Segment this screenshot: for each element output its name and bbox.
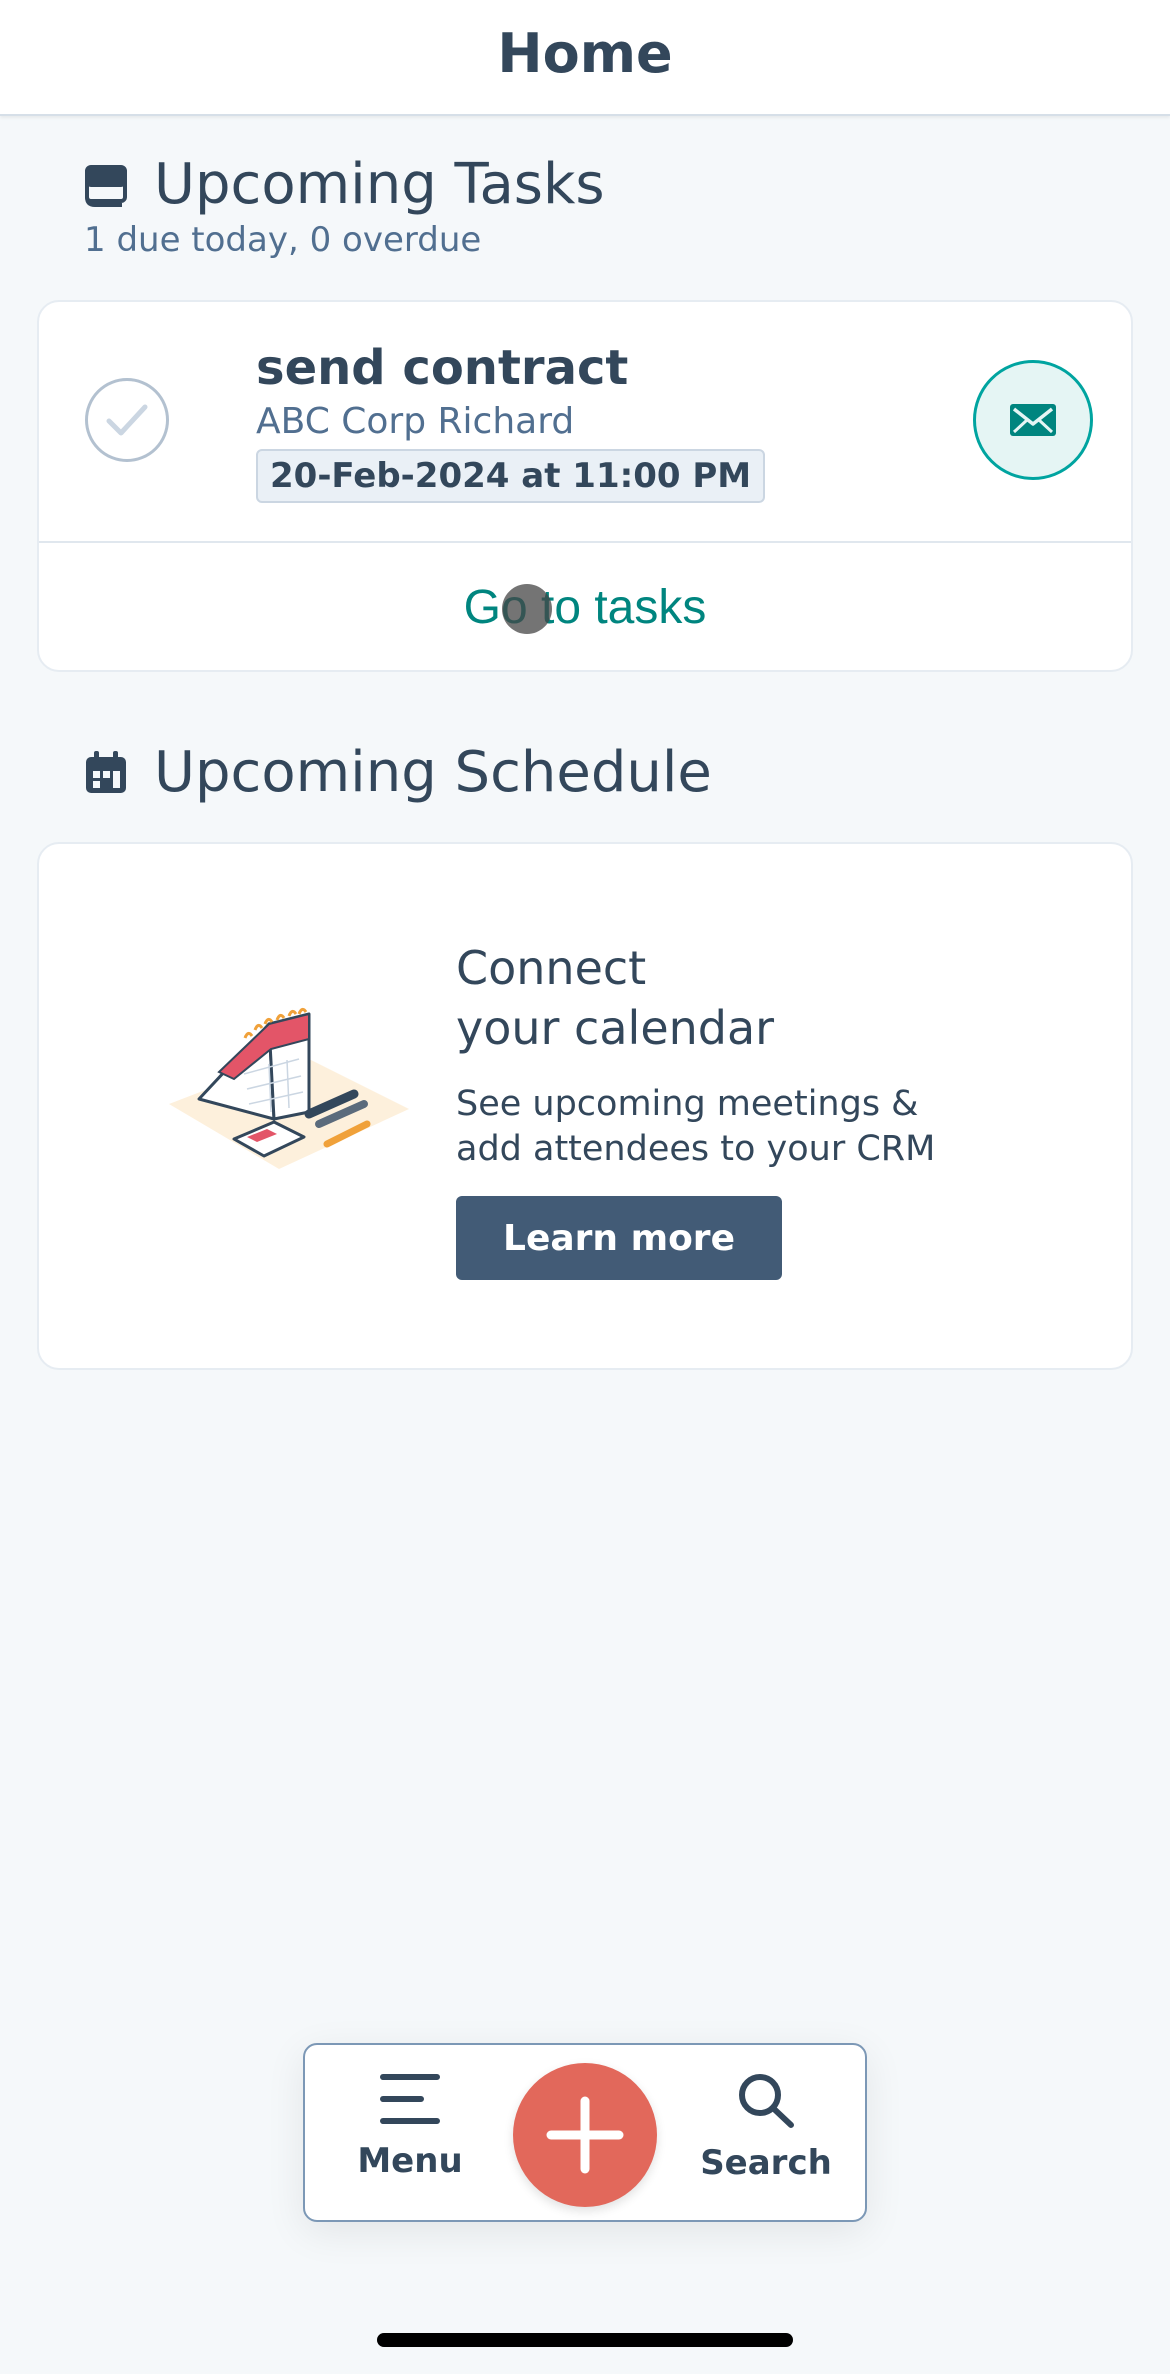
desc-line-2: add attendees to your CRM <box>456 1129 936 1169</box>
touch-indicator <box>502 584 552 634</box>
connect-calendar-title: Connect your calendar <box>456 938 774 1058</box>
add-button[interactable] <box>513 2063 657 2207</box>
checkmark-icon <box>106 404 148 436</box>
schedule-section-heading: Upcoming Schedule <box>82 740 712 805</box>
tasks-icon <box>85 164 127 207</box>
complete-task-checkbox[interactable] <box>85 378 169 462</box>
connect-calendar-description: See upcoming meetings & add attendees to… <box>456 1082 935 1172</box>
connect-calendar-card: Connect your calendar See upcoming meeti… <box>37 842 1133 1370</box>
home-indicator <box>377 2333 793 2347</box>
email-icon <box>1010 404 1056 436</box>
learn-more-button[interactable]: Learn more <box>456 1196 782 1280</box>
go-to-tasks-link[interactable]: Go to tasks <box>39 543 1131 672</box>
task-card: send contract ABC Corp Richard 20-Feb-20… <box>37 300 1133 672</box>
title-line-1: Connect <box>456 941 647 995</box>
tasks-section-heading: Upcoming Tasks <box>82 152 605 217</box>
menu-button[interactable]: Menu <box>335 2071 485 2181</box>
title-line-2: your calendar <box>456 1001 775 1055</box>
menu-label: Menu <box>357 2141 463 2181</box>
plus-icon <box>546 2096 624 2174</box>
task-company: ABC Corp Richard <box>256 401 575 442</box>
tasks-section-title: Upcoming Tasks <box>154 152 605 217</box>
task-due-date: 20-Feb-2024 at 11:00 PM <box>256 449 766 503</box>
search-button[interactable]: Search <box>691 2071 841 2183</box>
task-title[interactable]: send contract <box>256 340 628 396</box>
desc-line-1: See upcoming meetings & <box>456 1084 919 1124</box>
email-task-button[interactable] <box>973 360 1093 480</box>
page-title: Home <box>497 21 673 85</box>
search-icon <box>739 2074 794 2128</box>
menu-icon <box>380 2074 440 2124</box>
tasks-summary: 1 due today, 0 overdue <box>84 220 482 260</box>
top-header: Home <box>0 0 1170 116</box>
search-label: Search <box>700 2143 832 2183</box>
schedule-section-title: Upcoming Schedule <box>154 740 712 805</box>
calendar-illustration <box>169 1007 409 1169</box>
calendar-icon <box>86 750 126 793</box>
